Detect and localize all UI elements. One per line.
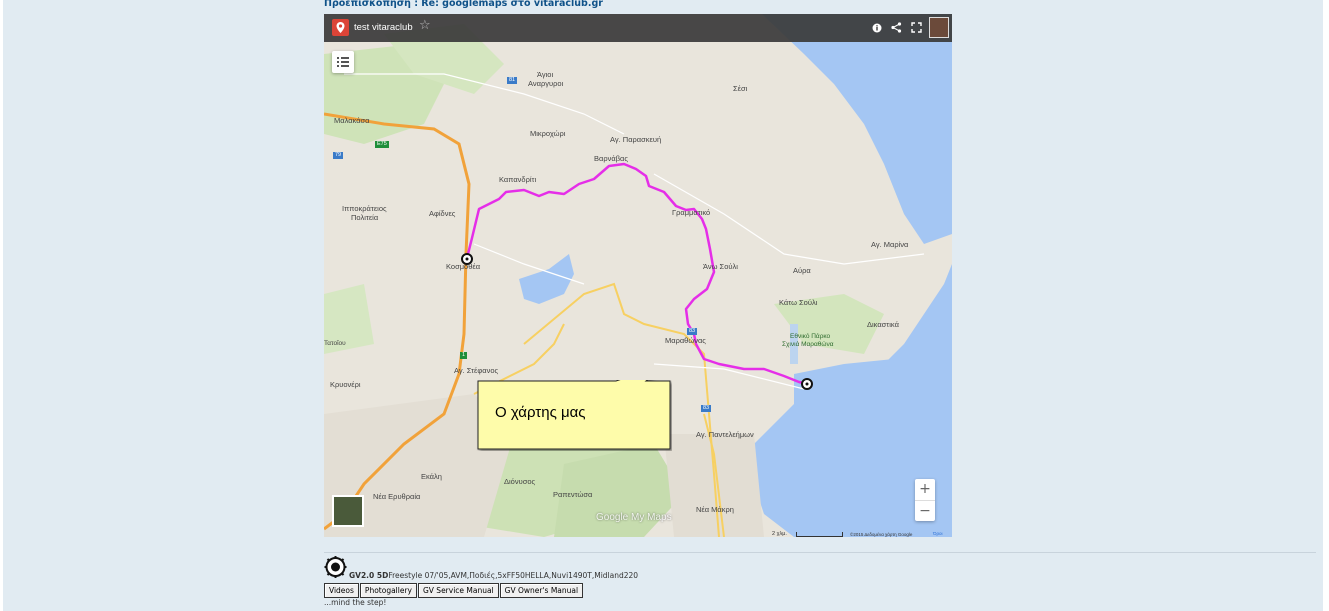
callout-text: Ο χάρτης μας — [495, 404, 586, 421]
embedded-map[interactable]: 81 E75 79 1 83 83 Άγιοι Αναργυροι Μαλακά… — [324, 14, 952, 537]
place-label: Άνω Σούλι — [703, 262, 738, 271]
place-label: Σέσι — [733, 84, 748, 93]
map-title[interactable]: test vitaraclub — [354, 22, 413, 33]
place-label: Αναργυροι — [528, 79, 564, 88]
owners-manual-button[interactable]: GV Owner's Manual — [499, 583, 584, 598]
road-shield: 83 — [687, 328, 698, 335]
place-label: Δικαστικά — [867, 320, 899, 329]
place-label: Γραμματικό — [672, 208, 711, 217]
place-label: Μαλακάσα — [334, 116, 370, 125]
place-label: Κάτω Σούλι — [779, 298, 818, 307]
road-shield: 79 — [333, 152, 344, 159]
road-shield: E75 — [375, 141, 389, 148]
place-label: Βαρνάβας — [594, 154, 628, 163]
signature-buttons: Videos Photogallery GV Service Manual GV… — [324, 583, 584, 598]
place-label: Άγιοι — [537, 70, 554, 79]
place-label: Τατοΐου — [324, 340, 346, 347]
signature-text: GV2.0 5DFreestyle 07/'05,AVM,Ποδιές,5xFF… — [349, 571, 638, 580]
zoom-in-button[interactable]: + — [915, 479, 935, 500]
signature-model: GV2.0 5D — [349, 571, 389, 580]
place-label: Αγ. Στέφανος — [454, 366, 499, 375]
place-label: Καπανδρίτι — [499, 175, 537, 184]
legend-toggle-button[interactable] — [332, 51, 354, 73]
gear-icon — [324, 556, 347, 578]
place-label: Διόνυσος — [504, 477, 536, 486]
star-icon[interactable]: ☆ — [419, 18, 431, 34]
preview-title: Προεπισκόπηση : Re: googlemaps στο vitar… — [324, 0, 603, 9]
share-icon[interactable] — [889, 20, 903, 36]
info-icon[interactable] — [870, 20, 884, 36]
place-label: Νέα Μάκρη — [696, 505, 734, 514]
signature-footer: ...mind the step! — [324, 598, 387, 607]
signature-details: Freestyle 07/'05,AVM,Ποδιές,5xFF50HELLA,… — [388, 571, 639, 580]
zoom-out-button[interactable]: − — [915, 501, 935, 522]
map-copyright: ©2015 Δεδομένα χάρτη Google — [850, 532, 913, 537]
videos-button[interactable]: Videos — [324, 583, 359, 598]
place-label: Ραπεντώσα — [553, 490, 593, 499]
road-shield: 83 — [701, 405, 712, 412]
place-label: Σχινιά Μαραθώνα — [782, 341, 834, 348]
place-label: Κοσμοθέα — [446, 262, 481, 271]
avatar[interactable] — [929, 17, 949, 38]
road-shield: 81 — [507, 77, 518, 84]
place-label: Πολιτεία — [351, 213, 379, 222]
place-label: Αφίδνες — [429, 209, 456, 218]
zoom-control: + − — [915, 479, 935, 521]
signature-divider — [324, 552, 1316, 553]
place-label: Αγ. Παντελεήμων — [696, 430, 754, 439]
photogallery-button[interactable]: Photogallery — [359, 583, 417, 598]
map-terrain — [324, 14, 952, 537]
road-shield: 1 — [460, 352, 468, 359]
satellite-toggle-button[interactable] — [332, 495, 364, 527]
list-icon — [337, 57, 349, 67]
place-label: Αύρα — [793, 266, 811, 275]
place-label: Ιπποκράτειος — [342, 204, 387, 213]
place-label: Εκάλη — [421, 472, 442, 481]
service-manual-button[interactable]: GV Service Manual — [417, 583, 499, 598]
terms-link[interactable]: Όροι — [933, 531, 943, 536]
place-label: Κρυονέρι — [330, 380, 361, 389]
place-label: Μικροχώρι — [530, 129, 566, 138]
fullscreen-icon[interactable] — [909, 20, 923, 36]
scale-label: 2 χλμ. — [772, 531, 787, 537]
place-label: Αγ. Παρασκευή — [610, 135, 662, 144]
map-toolbar: test vitaraclub ☆ — [324, 14, 952, 42]
place-label: Αγ. Μαρίνα — [871, 240, 909, 249]
map-pin-icon — [332, 19, 349, 36]
place-label: Μαραθώνας — [665, 336, 706, 345]
place-label: Νέα Ερυθραία — [373, 492, 421, 501]
scale-bar — [796, 532, 843, 537]
google-logo: Google My Maps — [596, 512, 672, 523]
